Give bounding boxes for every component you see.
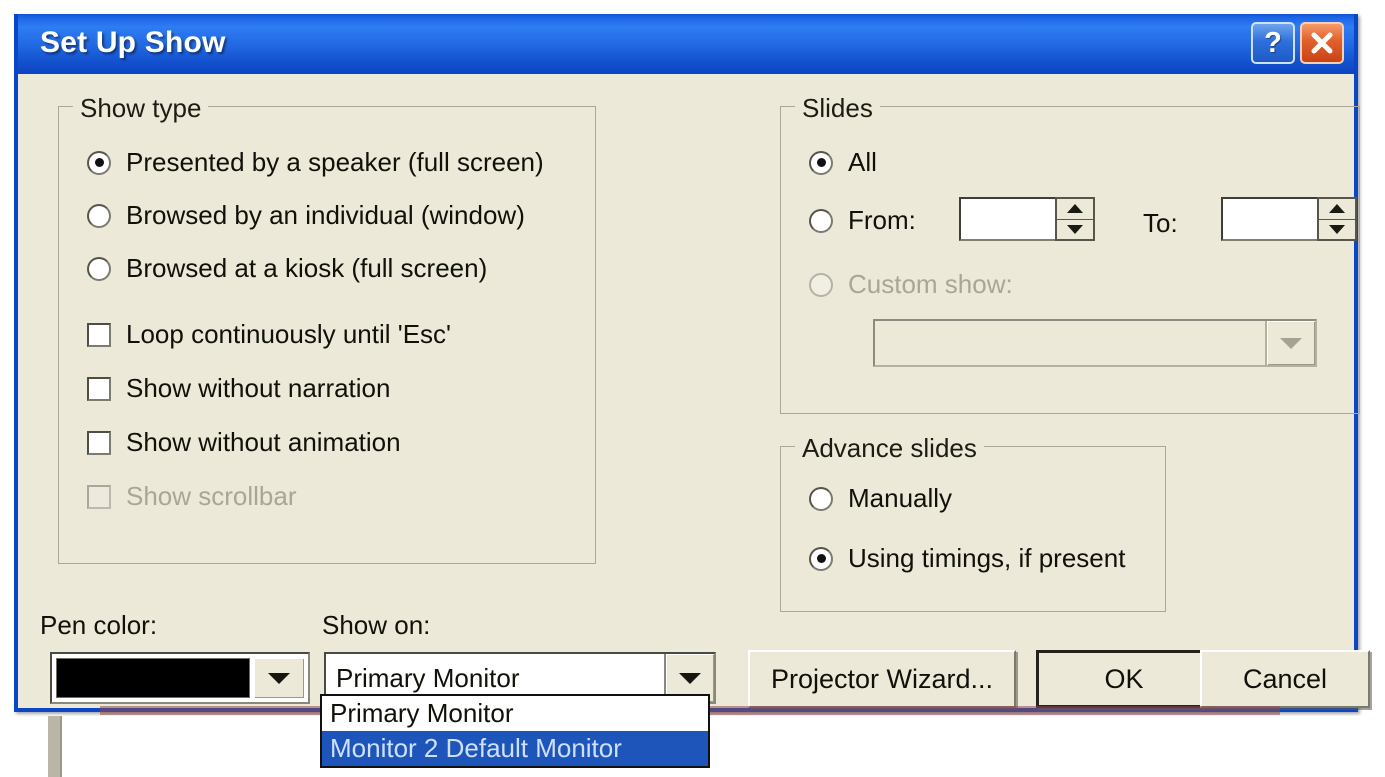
radio-icon[interactable] xyxy=(809,208,833,233)
background-panel xyxy=(60,716,1385,777)
close-icon[interactable] xyxy=(1300,22,1344,64)
spin-up-icon[interactable] xyxy=(1057,199,1093,220)
title-bar-buttons: ? xyxy=(1251,22,1344,64)
radio-icon[interactable] xyxy=(809,150,833,175)
custom-show-combobox xyxy=(873,319,1317,367)
help-question-glyph: ? xyxy=(1264,26,1282,59)
checkbox-show-without-animation[interactable]: Show without animation xyxy=(87,427,401,458)
window-title: Set Up Show xyxy=(40,26,226,59)
checkbox-label: Loop continuously until 'Esc' xyxy=(126,319,452,349)
radio-browsed-at-kiosk[interactable]: Browsed at a kiosk (full screen) xyxy=(87,253,487,284)
from-slide-spin-buttons[interactable] xyxy=(1055,197,1095,241)
checkbox-show-scrollbar: Show scrollbar xyxy=(87,481,297,512)
radio-label: From: xyxy=(848,205,916,235)
radio-presented-by-speaker[interactable]: Presented by a speaker (full screen) xyxy=(87,147,544,178)
ok-button[interactable]: OK xyxy=(1036,650,1212,708)
custom-show-value xyxy=(875,321,1265,365)
pen-color-label: Pen color: xyxy=(40,610,158,640)
radio-from-slides[interactable]: From: xyxy=(809,205,916,236)
radio-label: Using timings, if present xyxy=(848,543,1126,573)
to-slide-label: To: xyxy=(1143,208,1178,238)
to-slide-stepper[interactable] xyxy=(1221,197,1357,241)
radio-label: Browsed at a kiosk (full screen) xyxy=(126,253,488,283)
radio-advance-manually[interactable]: Manually xyxy=(809,483,952,514)
pen-color-combobox[interactable] xyxy=(50,652,310,704)
from-slide-input[interactable] xyxy=(959,197,1055,241)
radio-advance-using-timings[interactable]: Using timings, if present xyxy=(809,543,1125,574)
show-on-dropdown-list[interactable]: Primary Monitor Monitor 2 Default Monito… xyxy=(320,694,710,768)
radio-label: Manually xyxy=(848,483,953,513)
spin-down-icon[interactable] xyxy=(1057,220,1093,240)
pen-color-swatch xyxy=(56,658,250,698)
checkbox-icon[interactable] xyxy=(87,376,111,401)
checkbox-label: Show without animation xyxy=(126,427,401,457)
spin-down-icon[interactable] xyxy=(1319,220,1355,240)
radio-icon[interactable] xyxy=(87,203,111,228)
checkbox-icon[interactable] xyxy=(87,430,111,455)
radio-icon[interactable] xyxy=(87,256,111,281)
background-edge-strip xyxy=(48,716,60,777)
dropdown-option-monitor-2-default[interactable]: Monitor 2 Default Monitor xyxy=(322,731,708,766)
from-slide-stepper[interactable] xyxy=(959,197,1095,241)
slides-legend: Slides xyxy=(795,93,880,124)
spin-up-icon[interactable] xyxy=(1319,199,1355,220)
radio-icon[interactable] xyxy=(809,546,833,571)
advance-slides-legend: Advance slides xyxy=(795,433,984,464)
radio-label: All xyxy=(848,147,877,177)
dialog-client-area: Show type Presented by a speaker (full s… xyxy=(18,74,1370,708)
dropdown-option-primary-monitor[interactable]: Primary Monitor xyxy=(322,696,708,731)
chevron-down-icon[interactable] xyxy=(254,658,304,698)
show-on-label: Show on: xyxy=(322,610,431,640)
radio-custom-show: Custom show: xyxy=(809,269,1013,300)
radio-label: Browsed by an individual (window) xyxy=(126,200,525,230)
checkbox-label: Show without narration xyxy=(126,373,391,403)
radio-label: Presented by a speaker (full screen) xyxy=(126,147,544,177)
checkbox-loop-continuously[interactable]: Loop continuously until 'Esc' xyxy=(87,319,451,350)
checkbox-icon xyxy=(87,484,111,509)
chevron-down-icon xyxy=(1265,321,1315,365)
help-icon[interactable]: ? xyxy=(1251,22,1295,64)
checkbox-label: Show scrollbar xyxy=(126,481,297,511)
show-type-group: Show type Presented by a speaker (full s… xyxy=(58,93,596,564)
set-up-show-dialog: Set Up Show ? Show type Presented by a s… xyxy=(14,14,1370,712)
radio-all-slides[interactable]: All xyxy=(809,147,877,178)
radio-browsed-by-individual[interactable]: Browsed by an individual (window) xyxy=(87,200,525,231)
show-type-legend: Show type xyxy=(73,93,209,124)
slides-group: Slides All From: To: Custom show: xyxy=(780,93,1360,414)
title-bar: Set Up Show ? xyxy=(18,14,1354,74)
radio-label: Custom show: xyxy=(848,269,1013,299)
to-slide-spin-buttons[interactable] xyxy=(1317,197,1357,241)
projector-wizard-button[interactable]: Projector Wizard... xyxy=(748,650,1016,708)
radio-icon[interactable] xyxy=(87,150,111,175)
cancel-button[interactable]: Cancel xyxy=(1200,650,1370,708)
checkbox-show-without-narration[interactable]: Show without narration xyxy=(87,373,390,404)
radio-icon xyxy=(809,272,833,297)
advance-slides-group: Advance slides Manually Using timings, i… xyxy=(780,433,1166,612)
checkbox-icon[interactable] xyxy=(87,322,111,347)
radio-icon[interactable] xyxy=(809,486,833,511)
to-slide-input[interactable] xyxy=(1221,197,1317,241)
